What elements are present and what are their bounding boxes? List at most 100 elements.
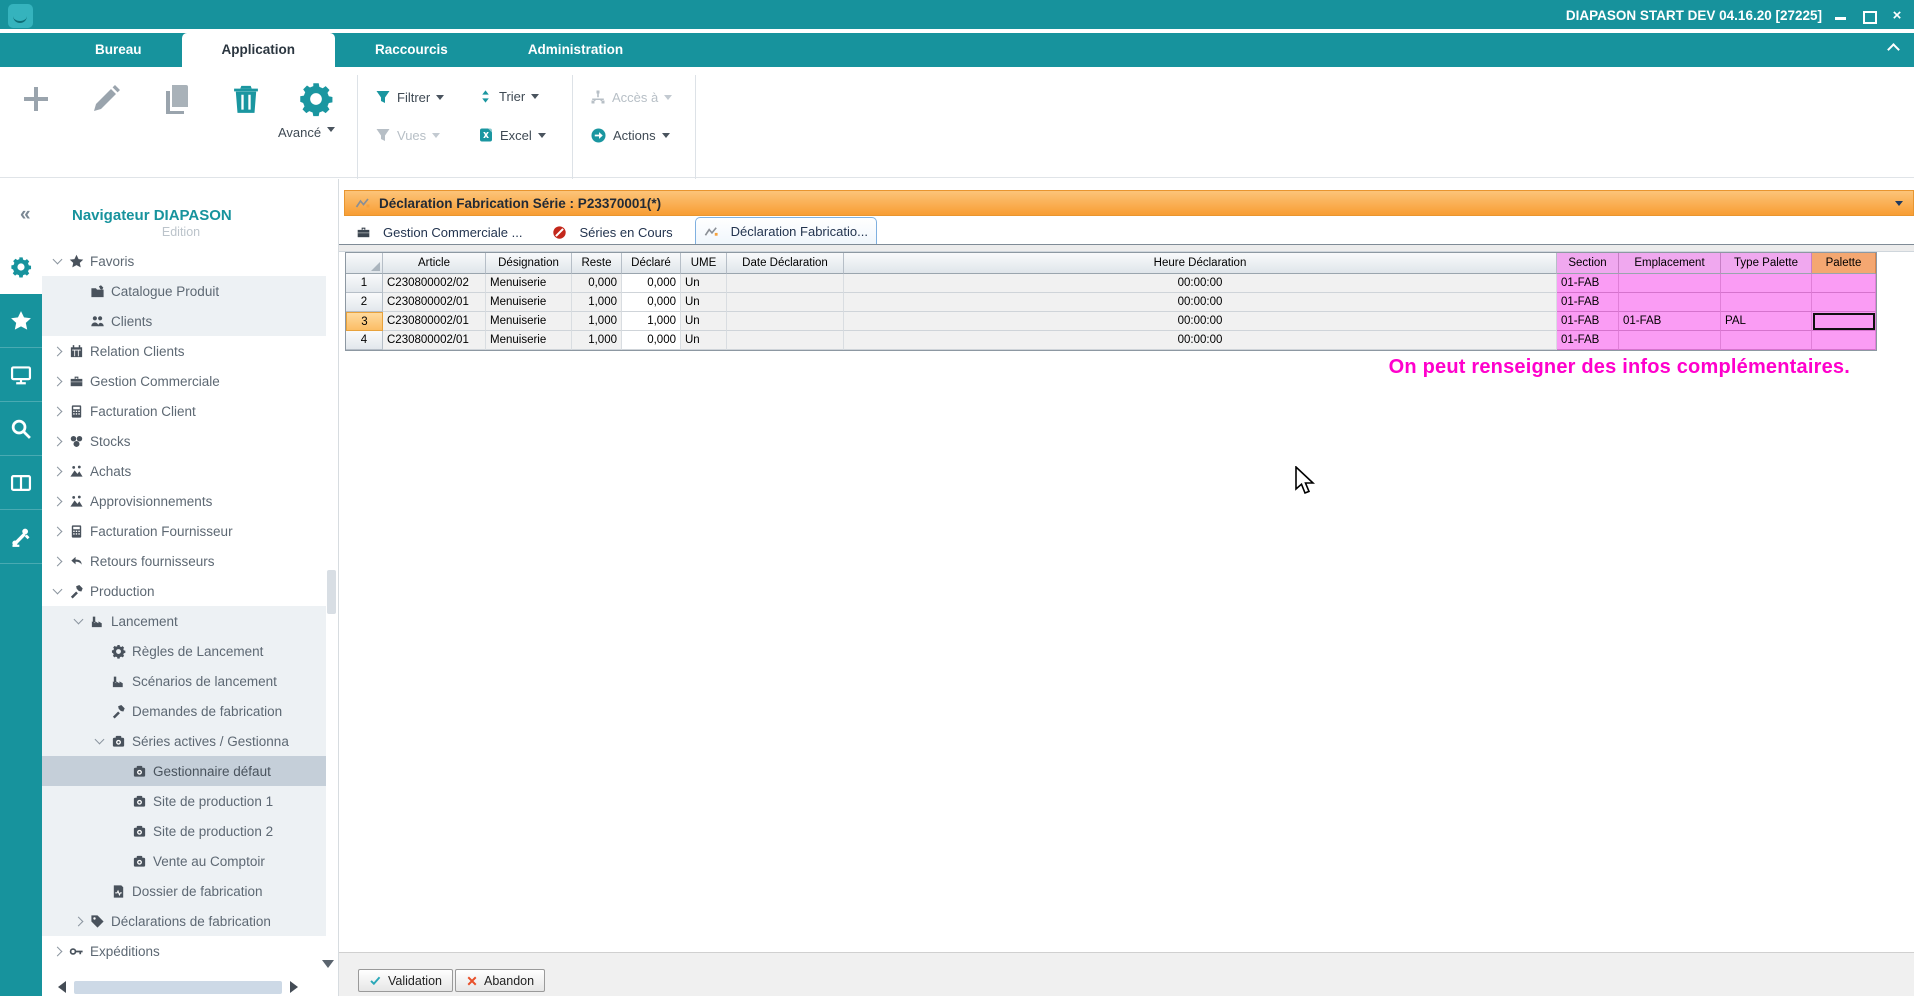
nav-item-sc-narios-de-lancement[interactable]: Scénarios de lancement: [42, 666, 326, 696]
column-header-emplacement[interactable]: Emplacement: [1619, 253, 1721, 274]
cell-emplacement[interactable]: [1619, 293, 1721, 312]
cell-palette[interactable]: [1812, 312, 1876, 331]
access-button[interactable]: Accès à: [590, 89, 672, 105]
cell-d-signation[interactable]: Menuiserie: [486, 274, 572, 293]
cell-palette[interactable]: [1812, 331, 1876, 350]
chevron-collapsed-icon[interactable]: [53, 346, 63, 356]
tree-scroll-down-arrow[interactable]: [322, 960, 334, 968]
cell-emplacement[interactable]: 01-FAB: [1619, 312, 1721, 331]
cell-date-d-claration[interactable]: [727, 312, 844, 331]
splitter-bar[interactable]: [339, 244, 1914, 252]
cell-ume[interactable]: Un: [681, 331, 727, 350]
tree-vscroll-thumb[interactable]: [327, 570, 336, 614]
cell-reste[interactable]: 1,000: [572, 331, 622, 350]
cell-section[interactable]: 01-FAB: [1557, 274, 1619, 293]
nav-item-site-de-production-1[interactable]: Site de production 1: [42, 786, 326, 816]
cell-d-clar[interactable]: 1,000: [622, 312, 681, 331]
chevron-collapsed-icon[interactable]: [53, 946, 63, 956]
row-number-cell[interactable]: 4: [346, 331, 383, 350]
cell-emplacement[interactable]: [1619, 331, 1721, 350]
cell-type-palette[interactable]: [1721, 274, 1812, 293]
cell-article[interactable]: C230800002/01: [383, 331, 486, 350]
nav-item-s-ries-actives-gestionna[interactable]: Séries actives / Gestionna: [42, 726, 326, 756]
nav-item-vente-au-comptoir[interactable]: Vente au Comptoir: [42, 846, 326, 876]
excel-button[interactable]: Excel: [478, 127, 546, 143]
cell-date-d-claration[interactable]: [727, 274, 844, 293]
document-header-dropdown-icon[interactable]: [1895, 201, 1903, 206]
copy-button[interactable]: [156, 79, 196, 119]
rail-item-columns[interactable]: [0, 456, 42, 510]
nav-item-production[interactable]: Production: [42, 576, 326, 606]
nav-item-facturation-fournisseur[interactable]: Facturation Fournisseur: [42, 516, 326, 546]
filter-button[interactable]: Filtrer: [375, 89, 444, 105]
rail-item-monitor[interactable]: [0, 348, 42, 402]
nav-item-conditionnements[interactable]: Conditionnements: [42, 966, 326, 975]
cell-d-clar[interactable]: 0,000: [622, 293, 681, 312]
nav-item-stocks[interactable]: Stocks: [42, 426, 326, 456]
cell-d-clar[interactable]: 0,000: [622, 274, 681, 293]
chevron-collapsed-icon[interactable]: [53, 466, 63, 476]
views-button[interactable]: Vues: [375, 127, 440, 143]
nav-item-catalogue-produit[interactable]: Catalogue Produit: [42, 276, 326, 306]
close-button[interactable]: ×: [1890, 9, 1904, 23]
doc-tab-gestion-commerciale[interactable]: Gestion Commerciale ...: [348, 220, 530, 244]
cell-type-palette[interactable]: [1721, 331, 1812, 350]
cell-section[interactable]: 01-FAB: [1557, 312, 1619, 331]
chevron-expanded-icon[interactable]: [95, 735, 105, 745]
cell-heure-d-claration[interactable]: 00:00:00: [844, 331, 1557, 350]
cell-reste[interactable]: 0,000: [572, 274, 622, 293]
cell-palette[interactable]: [1812, 274, 1876, 293]
nav-item-approvisionnements[interactable]: Approvisionnements: [42, 486, 326, 516]
column-header-section[interactable]: Section: [1557, 253, 1619, 274]
cell-date-d-claration[interactable]: [727, 293, 844, 312]
cell-palette[interactable]: [1812, 293, 1876, 312]
nav-item-d-clarations-de-fabrication[interactable]: Déclarations de fabrication: [42, 906, 326, 936]
nav-item-relation-clients[interactable]: Relation Clients: [42, 336, 326, 366]
validation-button[interactable]: Validation: [358, 969, 453, 992]
nav-item-favoris[interactable]: Favoris: [42, 246, 326, 276]
column-header-heure-d-claration[interactable]: Heure Déclaration: [844, 253, 1557, 274]
cell-type-palette[interactable]: PAL: [1721, 312, 1812, 331]
doc-tab-s-ries-en-cours[interactable]: Séries en Cours: [544, 220, 680, 244]
column-header-d-signation[interactable]: Désignation: [486, 253, 572, 274]
column-header-palette[interactable]: Palette: [1812, 253, 1876, 274]
nav-item-demandes-de-fabrication[interactable]: Demandes de fabrication: [42, 696, 326, 726]
cell-article[interactable]: C230800002/01: [383, 293, 486, 312]
advanced-dropdown[interactable]: Avancé: [278, 125, 335, 140]
row-number-cell[interactable]: 2: [346, 293, 383, 312]
cell-date-d-claration[interactable]: [727, 331, 844, 350]
cell-d-signation[interactable]: Menuiserie: [486, 293, 572, 312]
actions-button[interactable]: Actions: [590, 127, 670, 144]
cell-type-palette[interactable]: [1721, 293, 1812, 312]
maximize-button[interactable]: [1862, 9, 1876, 23]
rail-item-gear[interactable]: [0, 240, 42, 294]
nav-item-gestionnaire-d-faut[interactable]: Gestionnaire défaut: [42, 756, 326, 786]
chevron-collapsed-icon[interactable]: [53, 406, 63, 416]
nav-item-dossier-de-fabrication[interactable]: Dossier de fabrication: [42, 876, 326, 906]
cell-heure-d-claration[interactable]: 00:00:00: [844, 274, 1557, 293]
nav-item-exp-ditions[interactable]: Expéditions: [42, 936, 326, 966]
cell-d-signation[interactable]: Menuiserie: [486, 312, 572, 331]
column-header-date-d-claration[interactable]: Date Déclaration: [727, 253, 844, 274]
column-header-rownum[interactable]: [346, 253, 383, 274]
nav-item-retours-fournisseurs[interactable]: Retours fournisseurs: [42, 546, 326, 576]
cell-reste[interactable]: 1,000: [572, 312, 622, 331]
add-button[interactable]: [16, 79, 56, 119]
advanced-gear-button[interactable]: [296, 79, 336, 119]
chevron-expanded-icon[interactable]: [74, 615, 84, 625]
rail-item-star[interactable]: [0, 294, 42, 348]
sort-button[interactable]: Trier: [478, 89, 539, 104]
column-header-type-palette[interactable]: Type Palette: [1721, 253, 1812, 274]
delete-button[interactable]: [226, 79, 266, 119]
chevron-collapsed-icon[interactable]: [53, 436, 63, 446]
chevron-collapsed-icon[interactable]: [53, 376, 63, 386]
cell-ume[interactable]: Un: [681, 293, 727, 312]
row-number-cell[interactable]: 3: [346, 312, 383, 331]
ribbon-tab-administration[interactable]: Administration: [488, 33, 663, 67]
cell-article[interactable]: C230800002/02: [383, 274, 486, 293]
rail-item-robot-arm[interactable]: [0, 510, 42, 564]
cell-ume[interactable]: Un: [681, 274, 727, 293]
ribbon-tab-bureau[interactable]: Bureau: [55, 33, 182, 67]
cell-section[interactable]: 01-FAB: [1557, 293, 1619, 312]
column-header-article[interactable]: Article: [383, 253, 486, 274]
